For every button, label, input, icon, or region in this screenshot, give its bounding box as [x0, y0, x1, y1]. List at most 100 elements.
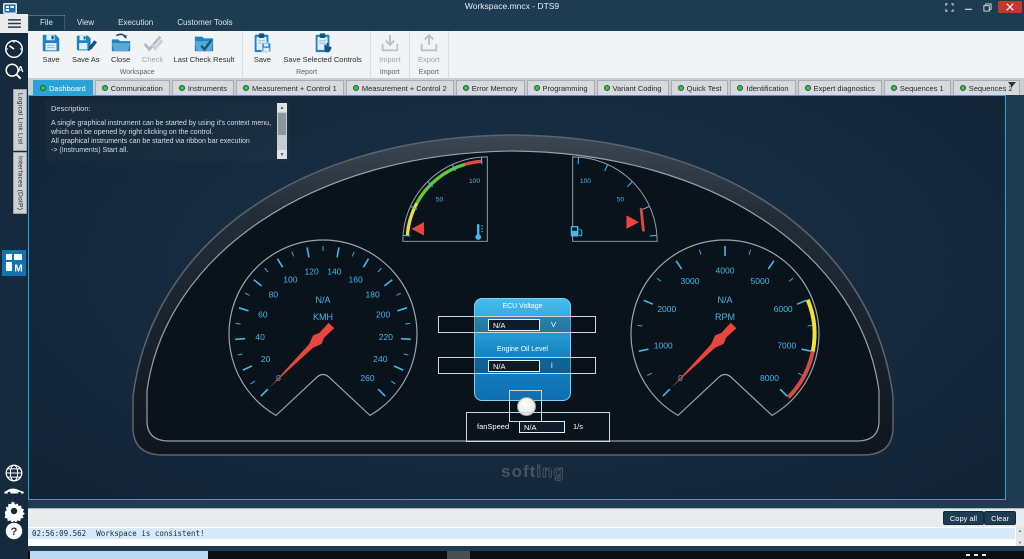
clear-button[interactable]: Clear	[984, 511, 1016, 525]
svg-text:180: 180	[366, 289, 380, 299]
dashboard-panel: Description: A single graphical instrume…	[28, 95, 1006, 500]
hamburger-menu-icon[interactable]	[0, 14, 28, 33]
titlebar: Workspace.mncx - DTS9	[0, 0, 1024, 14]
ribbon-group-export: Export Export	[410, 31, 449, 78]
tab-status-dot-icon	[891, 85, 897, 91]
tab-instruments[interactable]: Instruments	[172, 80, 234, 95]
minimize-icon[interactable]	[960, 1, 977, 13]
tab-identification[interactable]: Identification	[730, 80, 795, 95]
svg-text:50: 50	[617, 197, 625, 204]
menu-execution[interactable]: Execution	[106, 15, 165, 30]
tab-variant-coding[interactable]: Variant Coding	[597, 80, 669, 95]
close-icon[interactable]	[998, 1, 1022, 13]
svg-text:120: 120	[305, 266, 319, 276]
taskbar-item	[447, 551, 470, 559]
svg-text:A: A	[18, 65, 24, 74]
ecu-voltage-value[interactable]: N/A	[488, 319, 540, 331]
import-icon	[379, 32, 401, 54]
tab-status-dot-icon	[534, 85, 540, 91]
tab-programming[interactable]: Programming	[527, 80, 595, 95]
log-output: 02:56:09.562Workspace is consistent! ▲ ▼	[28, 527, 1024, 546]
coolant-temp-gauge[interactable]: 50100	[399, 153, 495, 249]
log-panel-divider	[28, 500, 1024, 508]
side-tab-logical-link-list[interactable]: Logical Link List	[13, 89, 27, 151]
tab-label: Communication	[111, 84, 163, 93]
taskbar-mark	[974, 554, 978, 556]
scroll-up-icon[interactable]: ▲	[1016, 527, 1024, 534]
description-title: Description:	[45, 101, 289, 113]
ribbon-button-save[interactable]: Save	[246, 31, 278, 64]
scroll-down-icon[interactable]: ▼	[1016, 539, 1024, 546]
ribbon-button-label: Save	[254, 55, 271, 64]
check-icon	[142, 32, 164, 54]
tab-status-dot-icon	[40, 85, 46, 91]
tab-dashboard[interactable]: Dashboard	[33, 80, 93, 95]
ribbon-button-check: Check	[137, 31, 169, 64]
svg-text:4000: 4000	[716, 265, 735, 275]
ribbon-button-close[interactable]: Close	[105, 31, 137, 64]
ribbon-button-save-as[interactable]: Save As	[67, 31, 105, 64]
svg-text:8000: 8000	[760, 373, 779, 383]
help-icon[interactable]: ?	[3, 520, 25, 542]
svg-text:160: 160	[349, 274, 363, 284]
ribbon-button-save[interactable]: Save	[35, 31, 67, 64]
ribbon-group-import: ImportImport	[371, 31, 410, 78]
tab-communication[interactable]: Communication	[95, 80, 170, 95]
fuel-gauge[interactable]: 50100	[565, 153, 661, 249]
svg-text:80: 80	[269, 289, 279, 299]
log-scrollbar[interactable]: ▲ ▼	[1016, 527, 1024, 546]
svg-text:KMH: KMH	[313, 312, 333, 322]
svg-text:100: 100	[469, 178, 480, 185]
copy-all-button[interactable]: Copy all	[943, 511, 984, 525]
scroll-up-icon[interactable]: ▲	[277, 103, 287, 112]
monaco-tile-icon[interactable]: M	[2, 250, 26, 276]
gear-icon[interactable]	[3, 500, 25, 522]
tab-quick-test[interactable]: Quick Test	[671, 80, 729, 95]
menu-customer-tools[interactable]: Customer Tools	[165, 15, 244, 30]
tachometer-gauge[interactable]: 010002000300040005000600070008000N/ARPM	[625, 229, 825, 441]
ribbon-button-label: Check	[142, 55, 163, 64]
engine-oil-level-unit: l	[551, 361, 553, 370]
ribbon-button-save-selected-controls[interactable]: Save Selected Controls	[278, 31, 366, 64]
ribbon-button-last-check-result[interactable]: Last Check Result	[169, 31, 240, 64]
restore-icon[interactable]	[979, 1, 996, 13]
tab-measurement-control-2[interactable]: Measurement + Control 2	[346, 80, 454, 95]
ribbon-group-label: Export	[413, 69, 445, 78]
tab-error-memory[interactable]: Error Memory	[456, 80, 525, 95]
svg-text:260: 260	[360, 373, 374, 383]
close-folder-icon	[110, 32, 132, 54]
diagnostic-search-icon[interactable]: A	[3, 61, 25, 83]
ribbon-button-label: Export	[418, 55, 440, 64]
side-tab-interfaces-doip[interactable]: Interfaces (DoIP)	[13, 152, 27, 214]
save-icon	[40, 32, 62, 54]
tab-status-dot-icon	[179, 85, 185, 91]
log-message: Workspace is consistent!	[96, 529, 204, 538]
svg-text:3000: 3000	[681, 276, 700, 286]
fanspeed-unit: 1/s	[573, 422, 583, 431]
folder-check-icon	[193, 32, 215, 54]
tab-measurement-control-1[interactable]: Measurement + Control 1	[236, 80, 344, 95]
engine-oil-level-value[interactable]: N/A	[488, 360, 540, 372]
export-icon	[418, 32, 440, 54]
description-line: A single graphical instrument can be sta…	[51, 119, 289, 128]
ecu-voltage-unit: V	[551, 320, 556, 329]
tab-status-dot-icon	[960, 85, 966, 91]
tab-sequences-1[interactable]: Sequences 1	[884, 80, 951, 95]
gauge-icon[interactable]	[3, 38, 25, 60]
car-icon[interactable]	[3, 483, 25, 497]
tab-expert-diagnostics[interactable]: Expert diagnostics	[798, 80, 882, 95]
ribbon-button-label: Last Check Result	[174, 55, 235, 64]
log-entry[interactable]: 02:56:09.562Workspace is consistent!	[28, 528, 1015, 539]
fullscreen-icon[interactable]	[941, 1, 958, 13]
svg-text:240: 240	[373, 354, 387, 364]
speedometer-gauge[interactable]: 020406080100120140160180200220240260N/AK…	[223, 229, 423, 441]
menu-file[interactable]: File	[28, 15, 65, 30]
fanspeed-input[interactable]: N/A	[519, 421, 565, 433]
globe-icon[interactable]	[3, 462, 25, 484]
tab-status-dot-icon	[737, 85, 743, 91]
tab-label: Identification	[746, 84, 788, 93]
save-as-icon	[75, 32, 97, 54]
ecu-values-panel: ECU Voltage Engine Oil Level	[474, 298, 571, 401]
menu-view[interactable]: View	[65, 15, 106, 30]
tab-overflow-icon[interactable]	[1008, 74, 1016, 92]
